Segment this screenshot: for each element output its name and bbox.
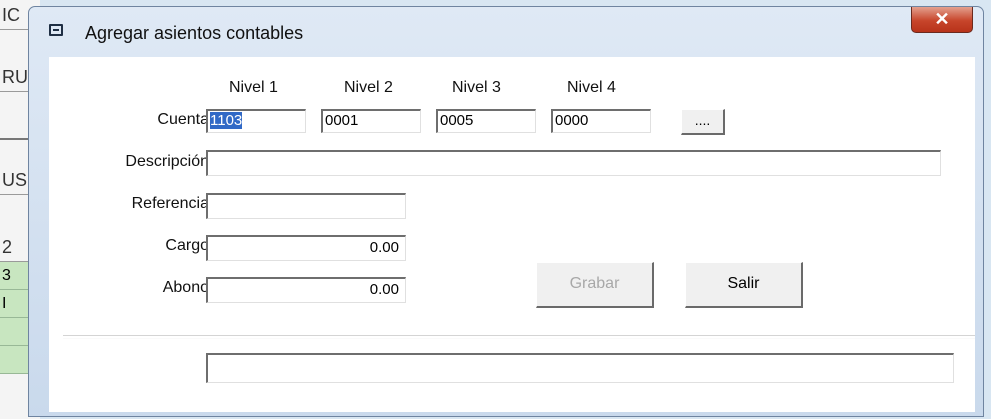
close-button[interactable]: ✕	[911, 7, 973, 33]
referencia-label: Referencia	[131, 195, 209, 212]
window-icon	[49, 24, 63, 36]
referencia-input[interactable]	[206, 193, 406, 219]
abono-label: Abono	[162, 279, 209, 296]
cuenta-nivel-3-value: 0005	[440, 112, 474, 129]
grabar-button[interactable]: Grabar	[536, 262, 654, 308]
close-icon: ✕	[934, 9, 950, 29]
nivel-2-header: Nivel 2	[344, 79, 393, 96]
cuenta-nivel-4-input[interactable]: 0000	[551, 109, 651, 133]
descripcion-input[interactable]	[206, 150, 941, 176]
descripcion-label: Descripción	[125, 153, 209, 170]
browse-cuenta-button[interactable]: ....	[681, 109, 725, 135]
cuenta-nivel-1-value: 1103	[210, 112, 243, 129]
cuenta-nivel-4-value: 0000	[555, 112, 589, 129]
dialog-body: Nivel 1 Nivel 2 Nivel 3 Nivel 4 Cuenta 1…	[49, 57, 975, 412]
abono-input[interactable]: 0.00	[206, 277, 406, 303]
nivel-4-header: Nivel 4	[567, 79, 616, 96]
cargo-label: Cargo	[165, 237, 209, 254]
status-field	[206, 353, 954, 383]
screen: IC RU US 2 3 I Agregar asientos contable…	[0, 0, 991, 419]
title-bar[interactable]: Agregar asientos contables ✕	[29, 7, 983, 57]
separator	[63, 335, 975, 339]
agregar-asientos-dialog: Agregar asientos contables ✕ Nivel 1 Niv…	[28, 6, 984, 417]
cuenta-nivel-3-input[interactable]: 0005	[436, 109, 536, 133]
salir-button[interactable]: Salir	[685, 262, 803, 308]
cuenta-label: Cuenta	[157, 111, 209, 128]
cuenta-nivel-1-input[interactable]: 1103	[206, 109, 306, 133]
cargo-input[interactable]: 0.00	[206, 235, 406, 261]
cuenta-nivel-2-value: 0001	[325, 112, 359, 129]
nivel-3-header: Nivel 3	[452, 79, 501, 96]
dialog-title: Agregar asientos contables	[85, 23, 304, 43]
cuenta-nivel-2-input[interactable]: 0001	[321, 109, 421, 133]
nivel-1-header: Nivel 1	[229, 79, 278, 96]
